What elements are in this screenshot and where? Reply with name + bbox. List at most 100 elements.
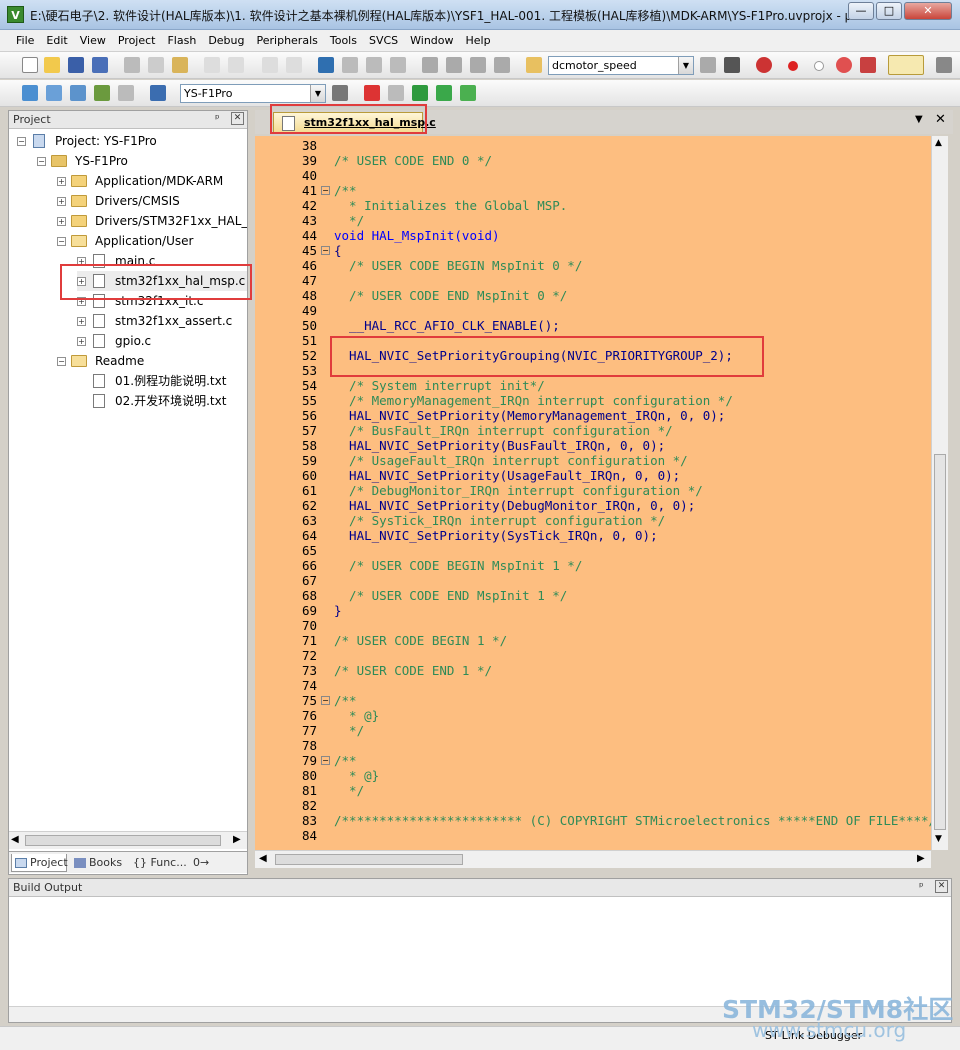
code-line[interactable]: */ — [334, 783, 364, 798]
batch-build-icon[interactable] — [94, 85, 110, 101]
breakpoint-disable-all-icon[interactable] — [836, 57, 852, 73]
tree-item-group[interactable]: + Drivers/STM32F1xx_HAL_Driv — [57, 211, 247, 231]
collapse-icon[interactable]: − — [17, 137, 26, 146]
chevron-down-icon[interactable]: ▼ — [310, 85, 325, 102]
incremental-find-icon[interactable] — [724, 57, 740, 73]
tab-templates[interactable]: 0→ Temp... — [191, 854, 247, 872]
file-extensions-icon[interactable] — [364, 85, 380, 101]
code-line[interactable]: * Initializes the Global MSP. — [334, 198, 567, 213]
collapse-icon[interactable]: − — [57, 357, 66, 366]
expand-icon[interactable]: + — [57, 217, 66, 226]
code-line[interactable]: /** — [334, 693, 357, 708]
code-line[interactable]: */ — [334, 723, 364, 738]
chevron-down-icon[interactable]: ▼ — [678, 57, 693, 74]
close-window-button[interactable]: ✕ — [904, 2, 952, 20]
scroll-left-icon[interactable]: ◀ — [11, 834, 19, 845]
fold-toggle-icon[interactable]: − — [321, 186, 330, 195]
scroll-right-icon[interactable]: ▶ — [917, 853, 925, 864]
code-line[interactable]: /* USER CODE END MspInit 0 */ — [334, 288, 567, 303]
expand-icon[interactable]: + — [77, 317, 86, 326]
code-line[interactable]: /* USER CODE BEGIN MspInit 0 */ — [334, 258, 582, 273]
code-line[interactable]: { — [334, 243, 342, 258]
paste-icon[interactable] — [172, 57, 188, 73]
code-line[interactable]: void HAL_MspInit(void) — [334, 228, 500, 243]
bookmark-icon[interactable] — [318, 57, 334, 73]
save-icon[interactable] — [68, 57, 84, 73]
menu-item-svcs[interactable]: SVCS — [363, 30, 404, 52]
menu-item-file[interactable]: File — [10, 30, 40, 52]
code-line[interactable]: /* System interrupt init*/ — [334, 378, 545, 393]
collapse-icon[interactable]: − — [57, 237, 66, 246]
expand-icon[interactable]: + — [57, 197, 66, 206]
stop-build-icon[interactable] — [118, 85, 134, 101]
menu-item-window[interactable]: Window — [404, 30, 459, 52]
code-line[interactable]: * @} — [334, 768, 379, 783]
new-file-icon[interactable] — [22, 57, 38, 73]
configure-icon[interactable] — [936, 57, 952, 73]
fold-toggle-icon[interactable]: − — [321, 756, 330, 765]
code-line[interactable]: /* USER CODE END 0 */ — [334, 153, 492, 168]
scroll-thumb[interactable] — [25, 835, 221, 846]
code-line[interactable]: /* SysTick_IRQn interrupt configuration … — [334, 513, 665, 528]
window-layout-button[interactable] — [888, 55, 924, 75]
editor-horizontal-scrollbar[interactable]: ◀ ▶ — [255, 850, 931, 868]
pin-icon[interactable]: ᵖ — [215, 112, 220, 125]
scroll-thumb[interactable] — [934, 454, 946, 830]
bookmark-clear-icon[interactable] — [390, 57, 406, 73]
scroll-down-icon[interactable]: ▼ — [935, 834, 942, 844]
debug-start-icon[interactable] — [756, 57, 772, 73]
event-recorder-icon[interactable] — [460, 85, 476, 101]
code-line[interactable]: /* USER CODE BEGIN 1 */ — [334, 633, 507, 648]
code-line[interactable]: HAL_NVIC_SetPriority(MemoryManagement_IR… — [334, 408, 725, 423]
scroll-up-icon[interactable]: ▲ — [935, 138, 942, 148]
maximize-button[interactable]: □ — [876, 2, 902, 20]
save-all-icon[interactable] — [92, 57, 108, 73]
target-options-icon[interactable] — [332, 85, 348, 101]
code-line[interactable]: /* UsageFault_IRQn interrupt configurati… — [334, 453, 688, 468]
collapse-icon[interactable]: − — [37, 157, 46, 166]
menu-item-edit[interactable]: Edit — [40, 30, 73, 52]
close-tab-icon[interactable]: ✕ — [935, 112, 946, 127]
breakpoint-kill-all-icon[interactable] — [860, 57, 876, 73]
open-folder-icon[interactable] — [44, 57, 60, 73]
breakpoint-insert-icon[interactable] — [788, 61, 798, 71]
project-horizontal-scrollbar[interactable]: ◀ ▶ — [9, 831, 247, 849]
code-line[interactable]: HAL_NVIC_SetPriority(UsageFault_IRQn, 0,… — [334, 468, 680, 483]
unindent-icon[interactable] — [446, 57, 462, 73]
code-line[interactable]: /** — [334, 753, 357, 768]
code-line[interactable]: /************************ (C) COPYRIGHT … — [334, 813, 931, 828]
nav-forward-icon[interactable] — [286, 57, 302, 73]
minimize-button[interactable]: — — [848, 2, 874, 20]
uncomment-icon[interactable] — [494, 57, 510, 73]
menu-item-view[interactable]: View — [74, 30, 112, 52]
code-editor[interactable]: 38 39 40 41 42 43 44 45 46 47 48 49 50 51 52 53 54 55 56 57… — [255, 136, 931, 850]
bookmark-prev-icon[interactable] — [342, 57, 358, 73]
code-line[interactable]: HAL_NVIC_SetPriority(SysTick_IRQn, 0, 0)… — [334, 528, 658, 543]
code-line[interactable]: /* USER CODE END 1 */ — [334, 663, 492, 678]
scroll-right-icon[interactable]: ▶ — [233, 834, 241, 845]
cut-icon[interactable] — [124, 57, 140, 73]
close-icon[interactable]: ✕ — [935, 880, 948, 893]
editor-vertical-scrollbar[interactable]: ▲ ▼ — [931, 136, 948, 850]
select-software-packs-icon[interactable] — [412, 85, 428, 101]
menu-item-debug[interactable]: Debug — [202, 30, 250, 52]
tab-project[interactable]: Project — [11, 854, 68, 872]
build-icon[interactable] — [46, 85, 62, 101]
fold-toggle-icon[interactable]: − — [321, 246, 330, 255]
code-line[interactable]: /** — [334, 183, 357, 198]
code-line[interactable]: /* USER CODE END MspInit 1 */ — [334, 588, 567, 603]
bookmark-next-icon[interactable] — [366, 57, 382, 73]
expand-icon[interactable]: + — [77, 337, 86, 346]
copy-icon[interactable] — [148, 57, 164, 73]
tab-functions[interactable]: {} Func... — [131, 854, 189, 872]
manage-packs-icon[interactable] — [388, 85, 404, 101]
scroll-left-icon[interactable]: ◀ — [259, 853, 267, 864]
find-icon[interactable] — [700, 57, 716, 73]
menu-item-tools[interactable]: Tools — [324, 30, 363, 52]
tab-list-dropdown-icon[interactable]: ▼ — [915, 114, 923, 125]
comment-icon[interactable] — [470, 57, 486, 73]
breakpoint-disable-icon[interactable] — [814, 61, 824, 71]
pin-icon[interactable]: ᵖ — [919, 880, 924, 893]
undo-icon[interactable] — [204, 57, 220, 73]
menu-item-flash[interactable]: Flash — [161, 30, 202, 52]
